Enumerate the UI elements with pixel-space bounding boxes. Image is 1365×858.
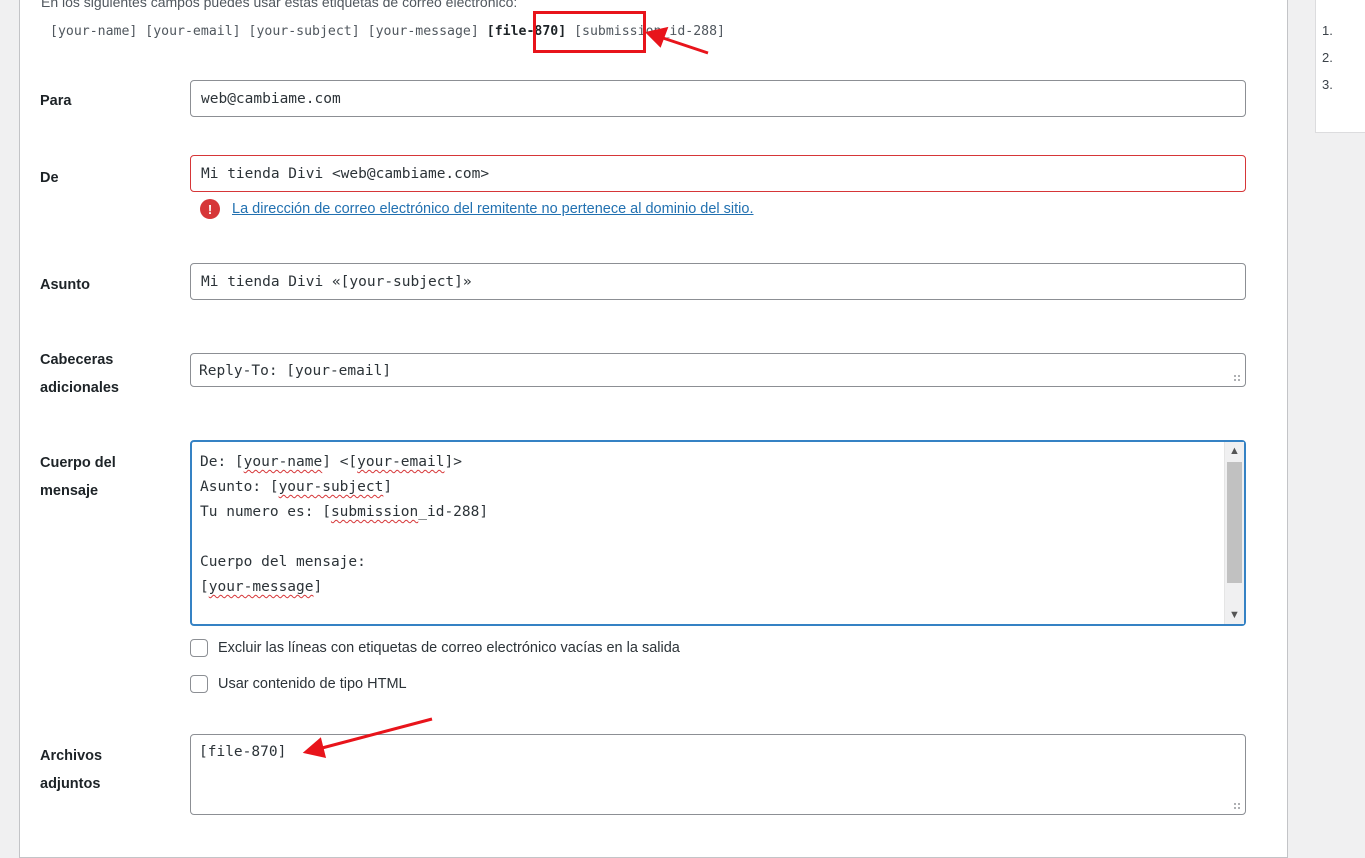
body-label: Cuerpo del mensaje [40,455,116,499]
body-content: De: [your-name] <[your-email]> Asunto: [… [200,454,489,595]
sidebar-item[interactable]: 2. [1322,44,1333,71]
from-label: De [40,170,59,186]
scroll-thumb[interactable] [1227,462,1242,583]
from-error-link[interactable]: La dirección de correo electrónico del r… [232,201,754,217]
mail-settings-panel [19,0,1288,858]
mail-tag[interactable]: [your-subject] [249,24,360,39]
exclude-blank-label: Excluir las líneas con etiquetas de corr… [218,640,680,656]
from-field[interactable]: Mi tienda Divi <web@cambiame.com> [190,155,1246,192]
annotation-highlight-box [533,11,646,53]
from-error: ! La dirección de correo electrónico del… [200,199,754,219]
exclude-blank-option[interactable]: Excluir las líneas con etiquetas de corr… [190,639,680,657]
use-html-option[interactable]: Usar contenido de tipo HTML [190,675,407,693]
mail-tag[interactable]: [your-message] [368,24,479,39]
headers-textarea[interactable]: Reply-To: [your-email] [190,353,1246,387]
exclude-blank-checkbox[interactable] [190,639,208,657]
scroll-up-icon[interactable]: ▲ [1225,442,1244,460]
use-html-checkbox[interactable] [190,675,208,693]
mail-tag[interactable]: [your-name] [50,24,137,39]
sidebar-box: 1. 2. 3. [1315,0,1365,133]
attachments-textarea[interactable]: [file-870] [190,734,1246,815]
body-scrollbar[interactable]: ▲ ▼ [1224,442,1244,624]
headers-label: Cabeceras adicionales [40,352,119,396]
sidebar-item[interactable]: 3. [1322,71,1333,98]
use-html-label: Usar contenido de tipo HTML [218,676,407,692]
body-textarea[interactable]: De: [your-name] <[your-email]> Asunto: [… [190,440,1246,626]
to-field[interactable]: web@cambiame.com [190,80,1246,117]
attachments-label: Archivos adjuntos [40,748,103,792]
scroll-down-icon[interactable]: ▼ [1225,606,1244,624]
to-label: Para [40,93,72,109]
resize-handle-icon[interactable] [1233,374,1241,382]
subject-label: Asunto [40,277,90,293]
sidebar-list: 1. 2. 3. [1322,17,1333,98]
mail-tag[interactable]: [your-email] [145,24,240,39]
sidebar-item[interactable]: 1. [1322,17,1333,44]
subject-field[interactable]: Mi tienda Divi «[your-subject]» [190,263,1246,300]
mail-tags-hint: En los siguientes campos puedes usar est… [41,0,518,10]
resize-handle-icon[interactable] [1233,802,1241,810]
error-icon: ! [200,199,220,219]
